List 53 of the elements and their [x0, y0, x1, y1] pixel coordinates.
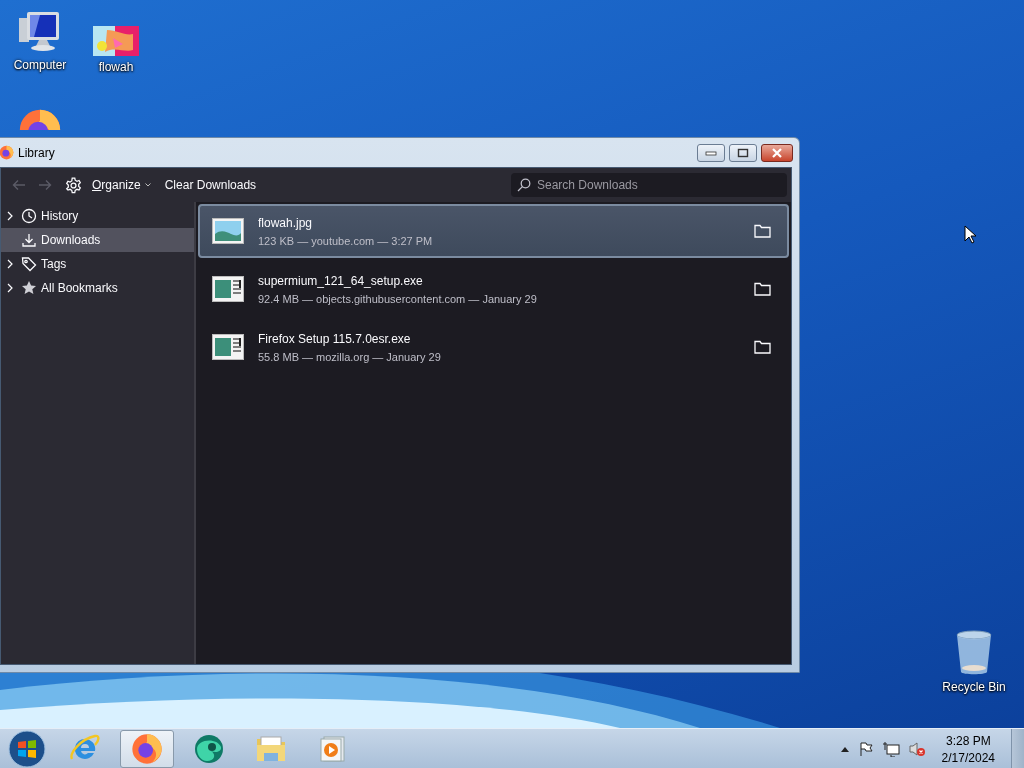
download-item[interactable]: flowah.jpg 123 KB — youtube.com — 3:27 PM — [198, 204, 789, 258]
show-in-folder-button[interactable] — [754, 224, 771, 238]
file-name: flowah.jpg — [258, 215, 314, 230]
show-hidden-icons-button[interactable] — [839, 745, 850, 753]
maximize-icon[interactable] — [737, 147, 749, 158]
chevron-icon[interactable] — [7, 259, 13, 269]
mouse-cursor-icon — [964, 225, 976, 245]
organize-menu[interactable]: Organize — [88, 175, 155, 195]
image-file-icon[interactable] — [93, 26, 139, 56]
start-button[interactable] — [8, 730, 46, 768]
muted-speaker-icon[interactable] — [907, 741, 926, 757]
show-in-folder-button[interactable] — [754, 340, 771, 354]
download-icon — [21, 232, 37, 248]
clock-icon — [21, 208, 37, 224]
file-name: Firefox Setup 115.7.0esr.exe — [258, 331, 412, 346]
taskbar-button[interactable] — [120, 730, 174, 768]
settings-icon — [65, 176, 82, 194]
minimize-icon[interactable] — [705, 149, 717, 156]
file-name: supermium_121_64_setup.exe — [258, 273, 424, 288]
chevron-icon[interactable] — [7, 283, 13, 293]
desktop-icon-label[interactable]: Recycle Bin — [942, 680, 1006, 694]
sidebar-item[interactable]: History — [1, 204, 194, 228]
image-file-icon — [212, 218, 244, 244]
tag-icon — [21, 256, 37, 272]
close-button[interactable] — [761, 143, 793, 162]
firefox-icon — [0, 145, 14, 160]
download-item[interactable]: Firefox Setup 115.7.0esr.exe 55.8 MB — mozilla.org — January 29 — [198, 320, 789, 374]
show-in-folder-button[interactable] — [754, 282, 771, 296]
program-file-icon — [212, 334, 244, 360]
desktop-icon-label[interactable]: flowah — [98, 60, 134, 74]
recycle-bin-icon[interactable] — [955, 630, 993, 676]
network-icon[interactable] — [881, 741, 900, 757]
download-details: 55.8 MB — mozilla.org — January 29 — [258, 350, 442, 363]
minimize-button[interactable] — [697, 143, 725, 162]
program-file-icon — [212, 276, 244, 302]
download-details: 92.4 MB — objects.githubusercontent.com — January 29 — [258, 292, 538, 305]
search-field[interactable]: Search Downloads — [511, 173, 787, 197]
star-icon — [21, 280, 37, 296]
caret-icon[interactable] — [144, 183, 151, 187]
sidebar-item[interactable]: Downloads — [1, 228, 194, 252]
firefox-icon[interactable] — [131, 733, 163, 765]
download-item[interactable]: supermium_121_64_setup.exe 92.4 MB — objects.githubusercontent.com — January 29 — [198, 262, 789, 316]
close-icon[interactable] — [771, 147, 783, 158]
chevron-icon[interactable] — [7, 211, 13, 221]
window-title: Library — [18, 145, 55, 160]
sidebar-item[interactable]: All Bookmarks — [1, 276, 194, 300]
maximize-button[interactable] — [729, 143, 757, 162]
download-details: 123 KB — youtube.com — 3:27 PM — [258, 234, 434, 247]
sidebar-item[interactable]: Tags — [1, 252, 194, 276]
flag-icon[interactable] — [857, 741, 874, 757]
desktop-icon-label[interactable]: Computer — [13, 58, 67, 72]
clear-downloads-button[interactable]: Clear Downloads — [160, 175, 261, 195]
clock[interactable]: 3:28 PM 2/17/2024 — [933, 733, 1003, 765]
